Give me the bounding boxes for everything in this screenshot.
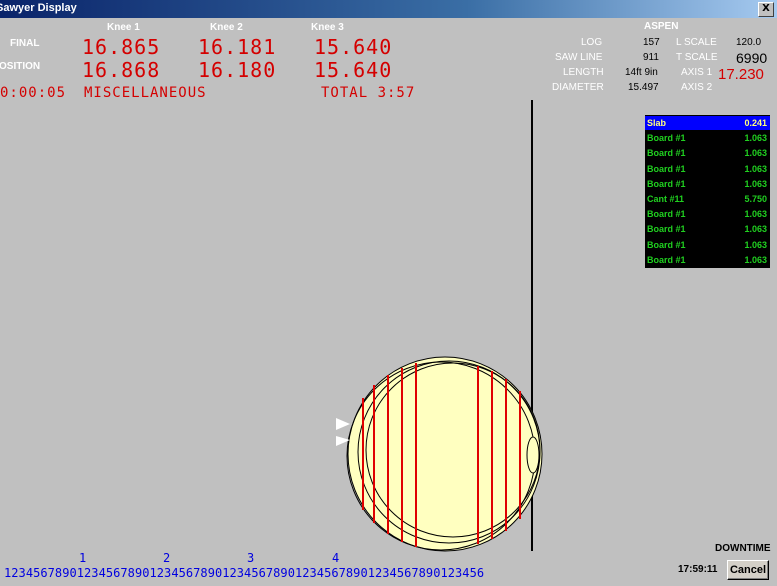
ruler-major-4: 4 [332,551,340,565]
ruler-major-3: 3 [247,551,255,565]
ruler-major-2: 2 [163,551,171,565]
log-outline [347,356,543,552]
downtime-label: DOWNTIME [715,543,771,554]
knee-marker-icon [336,418,350,430]
log-diagram [336,100,543,552]
clock: 17:59:11 [678,564,718,575]
cancel-button[interactable]: Cancel [727,560,769,580]
ruler-digits: 1234567890123456789012345678901234567890… [4,566,485,580]
ruler-major-1: 1 [79,551,87,565]
slab-edge [526,436,540,474]
